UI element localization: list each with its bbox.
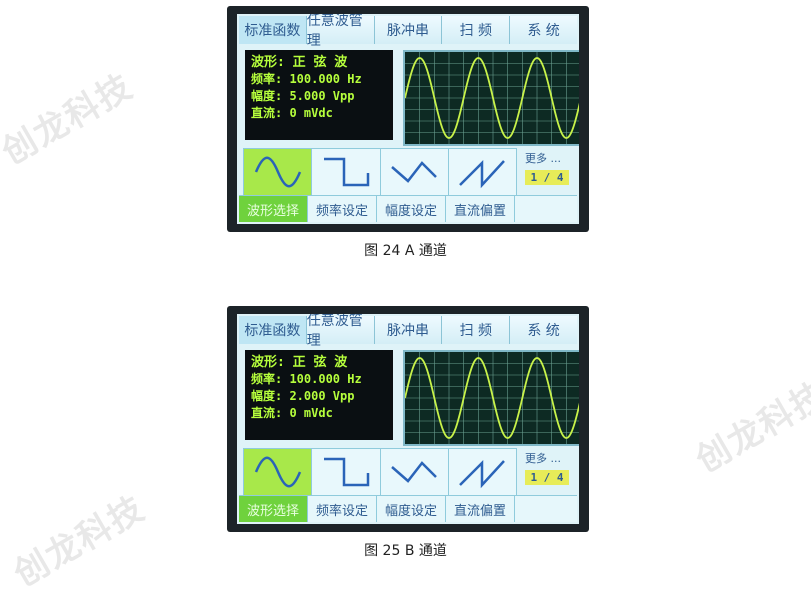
- square-wave-button[interactable]: [312, 149, 381, 195]
- sine-icon: [254, 156, 301, 188]
- parameter-panel: 波形: 正 弦 波 频率: 100.000 Hz 幅度: 2.000 Vpp 直…: [245, 350, 393, 440]
- more-label: 更多 ...: [525, 452, 561, 465]
- softkey-frequency[interactable]: 频率设定: [308, 196, 377, 222]
- watermark: 创龙科技: [0, 66, 141, 173]
- sine-icon: [254, 456, 301, 488]
- device-photo-a: 标准函数 任意波管理 脉冲串 扫 频 系 统 波形: 正 弦 波 频率: 100…: [227, 6, 589, 232]
- triangle-icon: [391, 461, 438, 483]
- tab-standard-function[interactable]: 标准函数: [239, 316, 307, 344]
- softkey-bar: 波形选择 频率设定 幅度设定 直流偏置: [239, 495, 577, 522]
- sawtooth-icon: [459, 159, 506, 189]
- waveform-readout: 波形: 正 弦 波: [251, 355, 348, 370]
- device-screen: 标准函数 任意波管理 脉冲串 扫 频 系 统 波形: 正 弦 波 频率: 100…: [237, 314, 579, 524]
- softkey-waveform-select[interactable]: 波形选择: [239, 496, 308, 522]
- scope-grid: [405, 352, 579, 444]
- softkey-frequency[interactable]: 频率设定: [308, 496, 377, 522]
- watermark: 创龙科技: [7, 488, 153, 595]
- waveform-preview: [403, 350, 579, 446]
- softkey-dc-offset[interactable]: 直流偏置: [446, 496, 515, 522]
- tab-pulse-train[interactable]: 脉冲串: [374, 16, 443, 44]
- tab-pulse-train[interactable]: 脉冲串: [374, 316, 443, 344]
- waveform-selector: [243, 448, 517, 496]
- triangle-wave-button[interactable]: [380, 449, 449, 495]
- dc-offset-readout: 直流: 0 mVdc: [251, 106, 333, 120]
- sawtooth-wave-button[interactable]: [448, 449, 516, 495]
- tab-system[interactable]: 系 统: [510, 16, 577, 44]
- more-waves[interactable]: 更多 ... 1 / 4: [525, 450, 579, 485]
- tab-system[interactable]: 系 统: [510, 316, 577, 344]
- watermark: 创龙科技: [689, 374, 811, 481]
- frequency-readout: 频率: 100.000 Hz: [251, 372, 362, 386]
- page-indicator: 1 / 4: [525, 470, 569, 485]
- softkey-empty: [515, 496, 577, 522]
- triangle-wave-button[interactable]: [380, 149, 449, 195]
- tab-arbitrary-wave[interactable]: 任意波管理: [306, 314, 375, 349]
- amplitude-readout: 幅度: 5.000 Vpp: [251, 89, 355, 103]
- softkey-dc-offset[interactable]: 直流偏置: [446, 196, 515, 222]
- more-waves[interactable]: 更多 ... 1 / 4: [525, 150, 579, 185]
- more-label: 更多 ...: [525, 152, 561, 165]
- tab-sweep[interactable]: 扫 频: [442, 16, 511, 44]
- sawtooth-icon: [459, 459, 506, 489]
- tab-standard-function[interactable]: 标准函数: [239, 16, 307, 44]
- softkey-empty: [515, 196, 577, 222]
- top-tab-bar: 标准函数 任意波管理 脉冲串 扫 频 系 统: [239, 314, 577, 349]
- device-screen: 标准函数 任意波管理 脉冲串 扫 频 系 统 波形: 正 弦 波 频率: 100…: [237, 14, 579, 224]
- sine-wave-button[interactable]: [244, 449, 313, 495]
- softkey-amplitude[interactable]: 幅度设定: [377, 496, 446, 522]
- parameter-panel: 波形: 正 弦 波 频率: 100.000 Hz 幅度: 5.000 Vpp 直…: [245, 50, 393, 140]
- device-photo-b: 标准函数 任意波管理 脉冲串 扫 频 系 统 波形: 正 弦 波 频率: 100…: [227, 306, 589, 532]
- tab-arbitrary-wave[interactable]: 任意波管理: [306, 14, 375, 49]
- square-wave-button[interactable]: [312, 449, 381, 495]
- sawtooth-wave-button[interactable]: [448, 149, 516, 195]
- page-indicator: 1 / 4: [525, 170, 569, 185]
- triangle-icon: [391, 161, 438, 183]
- waveform-preview: [403, 50, 579, 146]
- figure-caption-a: 图 24 A 通道: [364, 243, 447, 259]
- frequency-readout: 频率: 100.000 Hz: [251, 72, 362, 86]
- softkey-amplitude[interactable]: 幅度设定: [377, 196, 446, 222]
- softkey-waveform-select[interactable]: 波形选择: [239, 196, 308, 222]
- amplitude-readout: 幅度: 2.000 Vpp: [251, 389, 355, 403]
- square-icon: [323, 457, 370, 487]
- sine-wave-button[interactable]: [244, 149, 313, 195]
- scope-grid: [405, 52, 579, 144]
- square-icon: [323, 157, 370, 187]
- figure-caption-b: 图 25 B 通道: [364, 543, 447, 559]
- dc-offset-readout: 直流: 0 mVdc: [251, 406, 333, 420]
- waveform-selector: [243, 148, 517, 196]
- waveform-readout: 波形: 正 弦 波: [251, 55, 348, 70]
- softkey-bar: 波形选择 频率设定 幅度设定 直流偏置: [239, 195, 577, 222]
- top-tab-bar: 标准函数 任意波管理 脉冲串 扫 频 系 统: [239, 14, 577, 49]
- tab-sweep[interactable]: 扫 频: [442, 316, 511, 344]
